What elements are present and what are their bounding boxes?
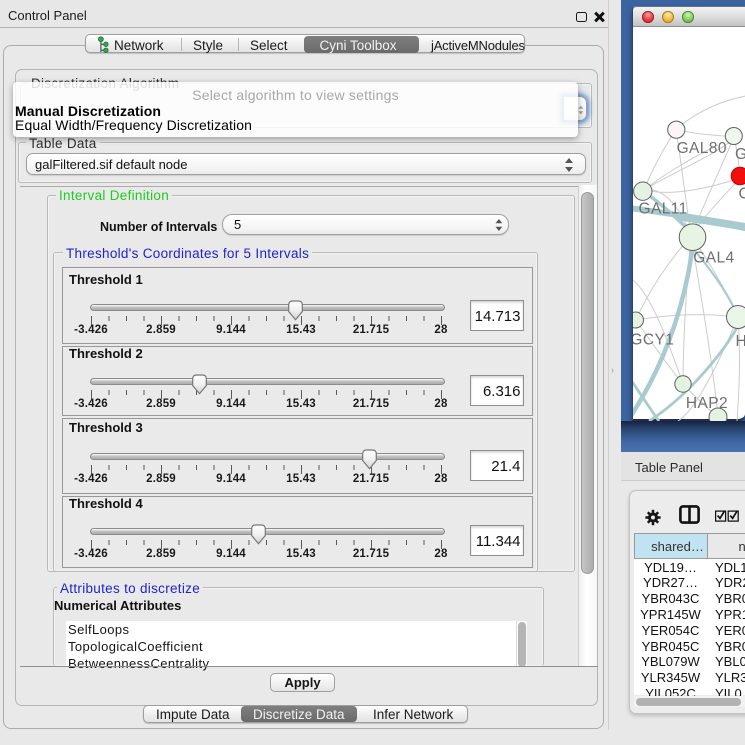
svg-text:H: H — [736, 333, 745, 350]
svg-text:GAL11: GAL11 — [639, 201, 688, 218]
svg-text:GAL80: GAL80 — [677, 140, 727, 157]
svg-text:GCY1: GCY1 — [633, 332, 674, 349]
svg-text:GA: GA — [735, 146, 745, 163]
svg-text:HAP2: HAP2 — [686, 395, 728, 412]
svg-text:CY: CY — [739, 186, 745, 203]
svg-text:GAL4: GAL4 — [693, 249, 734, 266]
